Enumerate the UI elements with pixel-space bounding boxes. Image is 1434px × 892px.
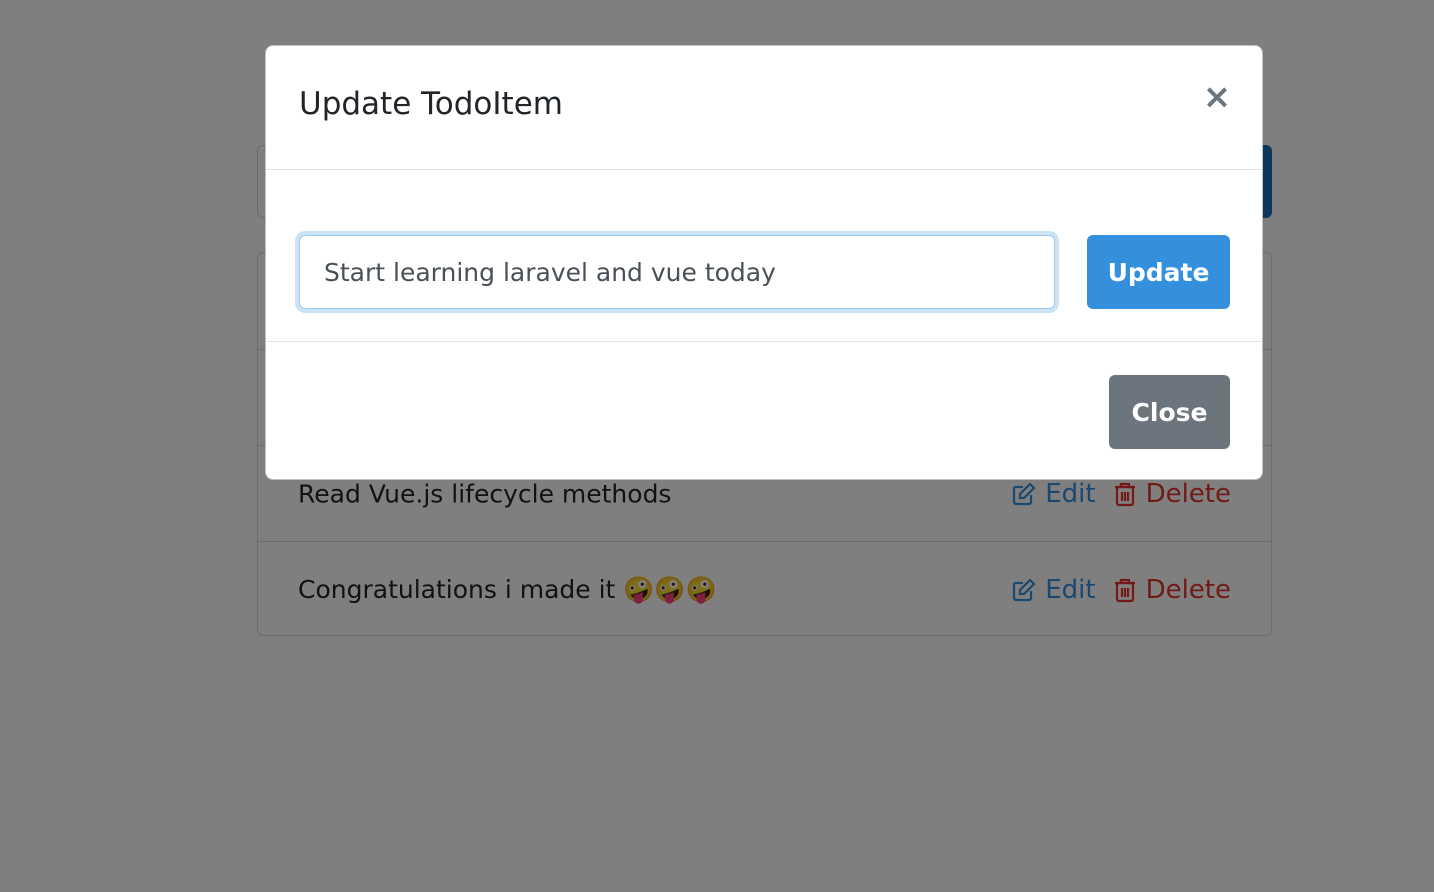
- modal-body: Update: [266, 170, 1262, 342]
- modal-header: Update TodoItem ×: [266, 46, 1262, 170]
- update-todo-input[interactable]: [299, 235, 1055, 309]
- update-todo-modal: Update TodoItem × Update Close: [265, 45, 1263, 480]
- update-button[interactable]: Update: [1087, 235, 1230, 309]
- modal-footer: Close: [266, 342, 1262, 481]
- close-button[interactable]: Close: [1109, 375, 1230, 449]
- modal-title: Update TodoItem: [299, 86, 563, 122]
- close-icon[interactable]: ×: [1202, 80, 1232, 114]
